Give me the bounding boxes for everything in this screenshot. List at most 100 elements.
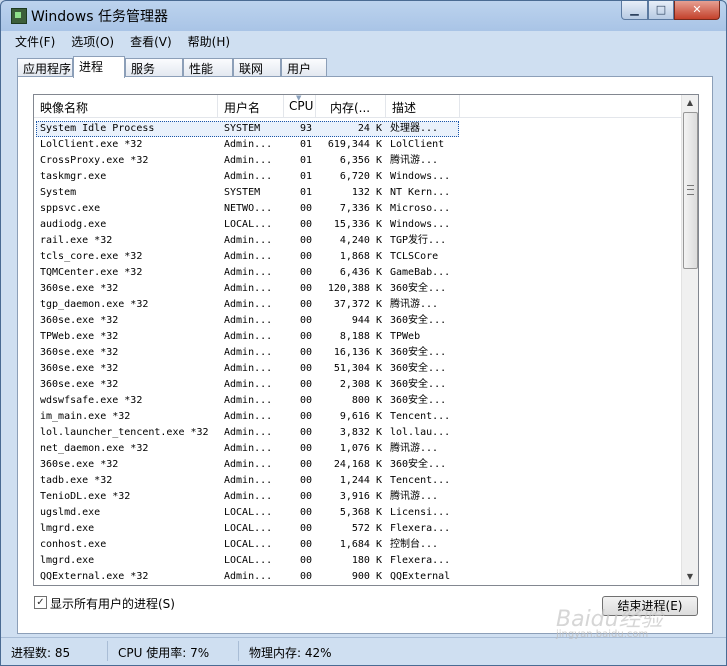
process-description: 腾讯游... [390, 299, 439, 310]
menu-options[interactable]: 选项(O) [63, 31, 122, 51]
scroll-down-icon[interactable]: ▼ [682, 569, 698, 585]
process-name: System Idle Process [40, 123, 155, 134]
process-cpu: 00 [299, 459, 312, 470]
process-name: conhost.exe [40, 539, 107, 550]
process-user: SYSTEM [224, 123, 261, 134]
column-image-name[interactable]: 映像名称 [34, 95, 218, 117]
maximize-button[interactable]: □ [648, 1, 674, 20]
processes-panel: 映像名称 用户名 ▼ CPU 内存(... 描述 System Idle Pro… [17, 76, 713, 634]
show-all-users-checkbox[interactable]: ✓ [34, 596, 47, 609]
menu-file[interactable]: 文件(F) [7, 31, 63, 51]
process-name: lmgrd.exe [40, 555, 95, 566]
menu-view[interactable]: 查看(V) [122, 31, 180, 51]
table-row[interactable]: taskmgr.exe Admin... 01 6,720 K Windows... [34, 169, 682, 185]
table-row[interactable]: System Idle Process SYSTEM 93 24 K 处理器... [34, 121, 682, 137]
table-row[interactable]: im_main.exe *32 Admin... 00 9,616 K Tencent.… [34, 409, 682, 425]
process-description: TCLSCore [390, 251, 439, 262]
process-name: TPWeb.exe *32 [40, 331, 119, 342]
table-row[interactable]: tadb.exe *32 Admin... 00 1,244 K Tencent... [34, 473, 682, 489]
process-user: LOCAL... [224, 523, 273, 534]
column-cpu[interactable]: ▼ CPU [284, 95, 316, 117]
process-cpu: 00 [299, 219, 312, 230]
process-name: 360se.exe *32 [40, 283, 119, 294]
table-row[interactable]: rail.exe *32 Admin... 00 4,240 K TGP发行... [34, 233, 682, 249]
close-button[interactable]: ✕ [674, 1, 720, 20]
process-cpu: 00 [299, 267, 312, 278]
process-cpu: 00 [299, 475, 312, 486]
table-row[interactable]: 360se.exe *32 Admin... 00 944 K 360安全... [34, 313, 682, 329]
table-row[interactable]: net_daemon.exe *32 Admin... 00 1,076 K 腾讯游..… [34, 441, 682, 457]
scroll-thumb[interactable] [683, 112, 698, 269]
process-description: Flexera... [390, 523, 451, 534]
table-row[interactable]: sppsvc.exe NETWO... 00 7,336 K Microso... [34, 201, 682, 217]
process-list[interactable]: 映像名称 用户名 ▼ CPU 内存(... 描述 System Idle Pro… [33, 94, 699, 586]
minimize-button[interactable]: ▁ [621, 1, 648, 20]
table-row[interactable]: CrossProxy.exe *32 Admin... 01 6,356 K 腾讯游..… [34, 153, 682, 169]
process-description: 360安全... [390, 315, 447, 326]
process-description: 处理器... [390, 123, 439, 134]
process-user: Admin... [224, 443, 273, 454]
process-user: LOCAL... [224, 507, 273, 518]
process-description: 360安全... [390, 283, 447, 294]
menu-help[interactable]: 帮助(H) [180, 31, 238, 51]
process-memory: 9,616 K [339, 411, 382, 422]
table-row[interactable]: lmgrd.exe LOCAL... 00 572 K Flexera... [34, 521, 682, 537]
tab-users[interactable]: 用户 [281, 58, 327, 76]
process-user: SYSTEM [224, 187, 261, 198]
table-row[interactable]: wdswfsafe.exe *32 Admin... 00 800 K 360安全... [34, 393, 682, 409]
scroll-up-icon[interactable]: ▲ [682, 95, 698, 111]
process-name: 360se.exe *32 [40, 459, 119, 470]
tab-processes[interactable]: 进程 [73, 56, 125, 78]
column-user-name[interactable]: 用户名 [218, 95, 284, 117]
process-user: LOCAL... [224, 555, 273, 566]
process-description: Microso... [390, 203, 451, 214]
tab-performance[interactable]: 性能 [183, 58, 233, 76]
process-cpu: 00 [299, 379, 312, 390]
table-row[interactable]: lmgrd.exe LOCAL... 00 180 K Flexera... [34, 553, 682, 569]
table-row[interactable]: 360se.exe *32 Admin... 00 16,136 K 360安全... [34, 345, 682, 361]
process-memory: 800 K [351, 395, 382, 406]
table-row[interactable]: tgp_daemon.exe *32 Admin... 00 37,372 K 腾讯游.… [34, 297, 682, 313]
table-row[interactable]: TenioDL.exe *32 Admin... 00 3,916 K 腾讯游... [34, 489, 682, 505]
process-user: Admin... [224, 379, 273, 390]
column-description[interactable]: 描述 [386, 95, 460, 117]
process-user: Admin... [224, 139, 273, 150]
table-row[interactable]: 360se.exe *32 Admin... 00 120,388 K 360安全... [34, 281, 682, 297]
tab-networking[interactable]: 联网 [233, 58, 281, 76]
table-row[interactable]: 360se.exe *32 Admin... 00 51,304 K 360安全... [34, 361, 682, 377]
table-row[interactable]: TPWeb.exe *32 Admin... 00 8,188 K TPWeb [34, 329, 682, 345]
vertical-scrollbar[interactable]: ▲ ▼ [681, 95, 698, 585]
tab-applications[interactable]: 应用程序 [17, 58, 73, 76]
process-cpu: 00 [299, 283, 312, 294]
table-row[interactable]: QQExternal.exe *32 Admin... 00 900 K QQExter… [34, 569, 682, 585]
table-row[interactable]: TQMCenter.exe *32 Admin... 00 6,436 K GameBa… [34, 265, 682, 281]
process-name: 360se.exe *32 [40, 379, 119, 390]
process-description: Tencent... [390, 411, 451, 422]
table-row[interactable]: 360se.exe *32 Admin... 00 24,168 K 360安全... [34, 457, 682, 473]
table-row[interactable]: 360se.exe *32 Admin... 00 2,308 K 360安全... [34, 377, 682, 393]
column-memory[interactable]: 内存(... [316, 95, 386, 117]
table-row[interactable]: conhost.exe LOCAL... 00 1,684 K 控制台... [34, 537, 682, 553]
process-memory: 2,308 K [339, 379, 382, 390]
process-name: TenioDL.exe *32 [40, 491, 131, 502]
tab-services[interactable]: 服务 [125, 58, 183, 76]
table-row[interactable]: ugslmd.exe LOCAL... 00 5,368 K Licensi... [34, 505, 682, 521]
process-description: TPWeb [390, 331, 421, 342]
status-physical-memory: 物理内存: 42% [249, 646, 332, 660]
title-bar[interactable]: Windows 任务管理器 ▁ □ ✕ [1, 1, 726, 29]
table-row[interactable]: LolClient.exe *32 Admin... 01 619,344 K LolC… [34, 137, 682, 153]
process-cpu: 00 [299, 555, 312, 566]
process-name: tgp_daemon.exe *32 [40, 299, 149, 310]
table-row[interactable]: audiodg.exe LOCAL... 00 15,336 K Windows... [34, 217, 682, 233]
process-memory: 572 K [351, 523, 382, 534]
process-user: Admin... [224, 331, 273, 342]
table-row[interactable]: tcls_core.exe *32 Admin... 00 1,868 K TCLSCo… [34, 249, 682, 265]
process-user: Admin... [224, 411, 273, 422]
table-row[interactable]: lol.launcher_tencent.exe *32 Admin... 00 3,… [34, 425, 682, 441]
table-row[interactable]: System SYSTEM 01 132 K NT Kern... [34, 185, 682, 201]
process-description: Flexera... [390, 555, 451, 566]
process-user: Admin... [224, 459, 273, 470]
process-cpu: 00 [299, 395, 312, 406]
process-cpu: 93 [299, 123, 312, 134]
process-description: LolClient [390, 139, 445, 150]
